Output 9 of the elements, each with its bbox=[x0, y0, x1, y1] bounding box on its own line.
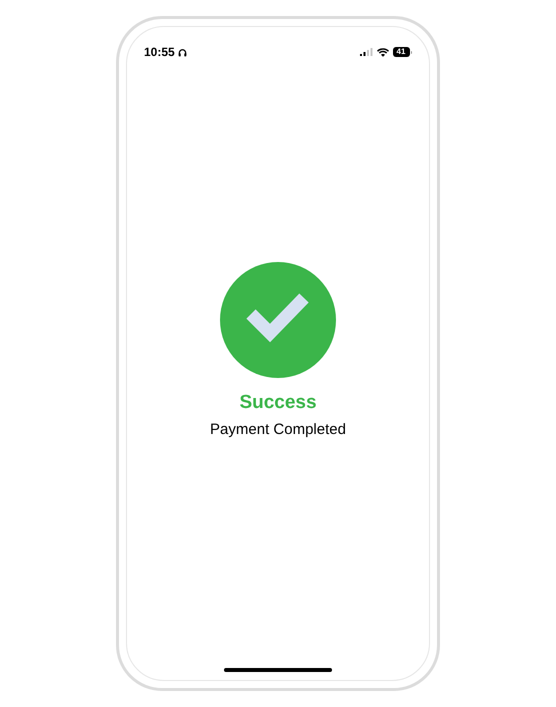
success-check-icon bbox=[220, 262, 336, 378]
battery-level: 41 bbox=[392, 47, 410, 57]
wifi-icon bbox=[376, 48, 388, 56]
status-time: 10:55 bbox=[144, 44, 175, 61]
success-title: Success bbox=[239, 390, 317, 415]
home-indicator[interactable] bbox=[224, 668, 332, 672]
success-message: Payment Completed bbox=[210, 420, 346, 440]
signal-icon bbox=[360, 48, 372, 56]
headphones-icon bbox=[178, 48, 187, 56]
